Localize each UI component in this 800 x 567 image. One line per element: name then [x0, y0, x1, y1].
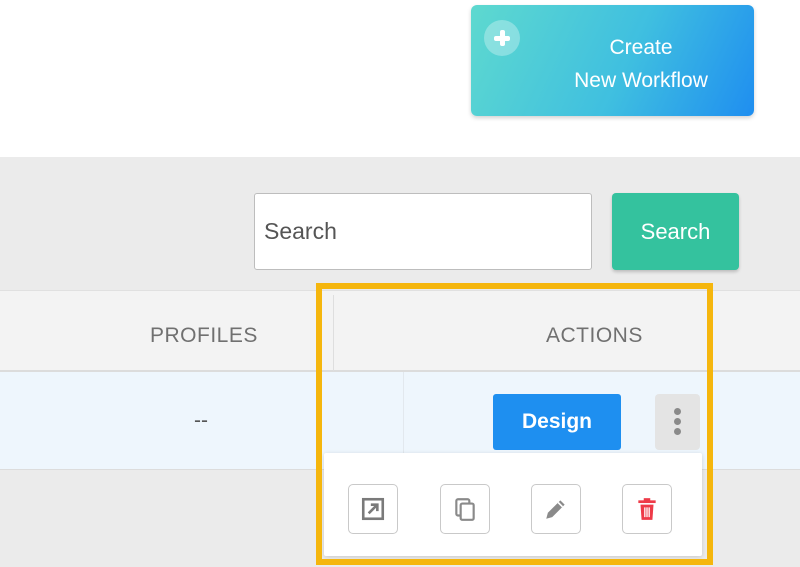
create-button-label: Create New Workflow — [521, 31, 761, 97]
search-button[interactable]: Search — [612, 193, 739, 270]
plus-icon — [484, 20, 520, 56]
search-bar: Search — [0, 157, 800, 290]
profiles-cell: -- — [194, 409, 208, 432]
edit-pencil-icon[interactable] — [531, 484, 581, 534]
copy-icon[interactable] — [440, 484, 490, 534]
search-input[interactable] — [254, 193, 592, 270]
top-area: Create New Workflow — [0, 0, 800, 157]
trash-icon[interactable] — [622, 484, 672, 534]
more-actions-kebab-icon[interactable] — [655, 394, 700, 450]
open-external-icon[interactable] — [348, 484, 398, 534]
create-button-line2: New Workflow — [574, 69, 708, 92]
create-button-line1: Create — [609, 36, 673, 59]
create-new-workflow-button[interactable]: Create New Workflow — [471, 5, 754, 116]
table-header: PROFILES ACTIONS — [0, 290, 800, 372]
actions-dropdown-menu — [324, 453, 702, 556]
column-header-profiles: PROFILES — [150, 324, 258, 347]
column-divider — [333, 295, 334, 371]
design-button[interactable]: Design — [493, 394, 621, 450]
column-header-actions: ACTIONS — [546, 324, 643, 347]
